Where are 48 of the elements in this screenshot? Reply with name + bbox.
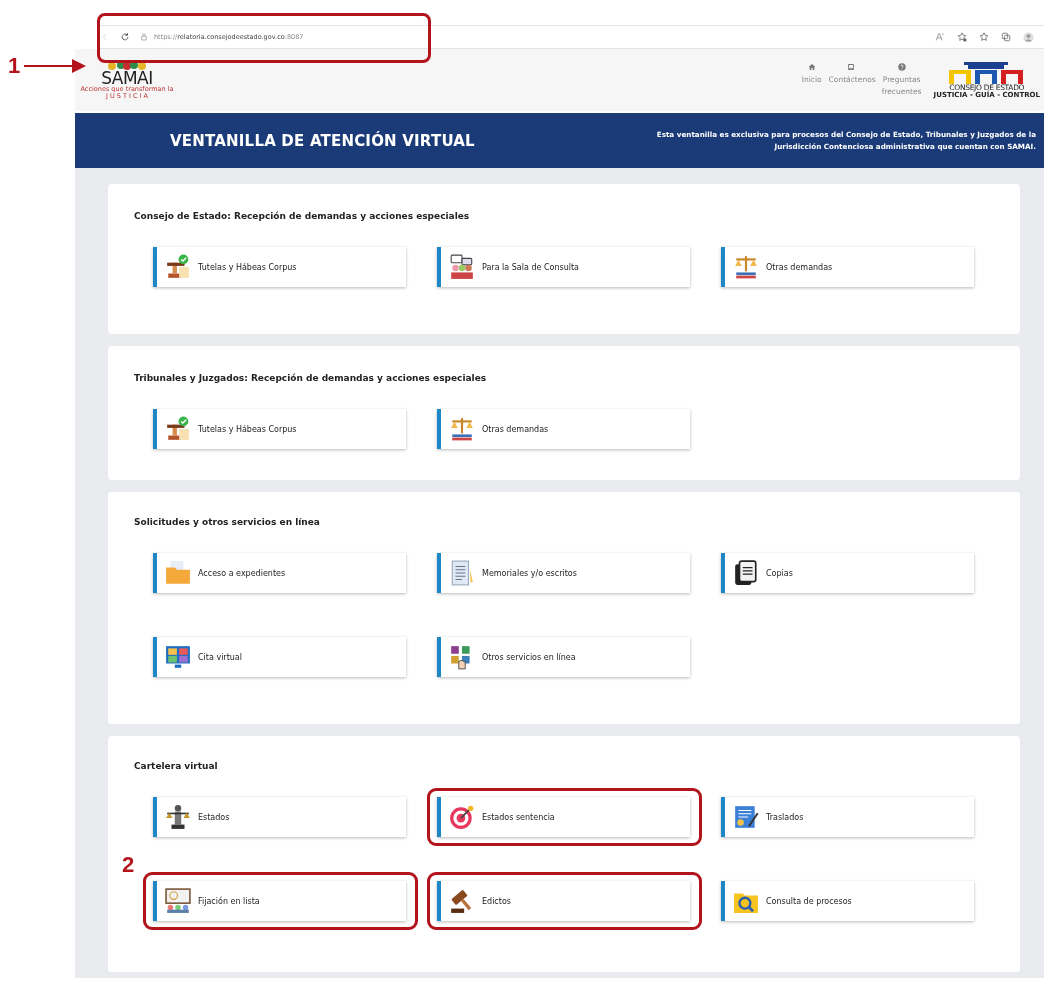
service-card[interactable]: Otras demandas — [437, 409, 690, 449]
section-title: Cartelera virtual — [134, 761, 219, 771]
service-card[interactable]: Edictos — [437, 881, 690, 921]
scales-icon — [733, 254, 759, 280]
callout-number: 1 — [8, 53, 21, 79]
gavel-check-icon — [165, 254, 191, 280]
service-card[interactable]: Otras demandas — [721, 247, 974, 287]
inbox-icon — [846, 62, 855, 71]
meeting-icon — [449, 254, 475, 280]
service-card[interactable]: Para la Sala de Consulta — [437, 247, 690, 287]
service-card[interactable]: Tutelas y Hábeas Corpus — [153, 247, 406, 287]
service-card[interactable]: Estados sentencia — [437, 797, 690, 837]
service-card[interactable]: Cita virtual — [153, 637, 406, 677]
whiteboard-icon — [165, 888, 191, 914]
section-title: Consejo de Estado: Recepción de demandas y acciones especiales — [134, 211, 471, 221]
video-call-icon — [165, 644, 191, 670]
banner-title: VENTANILLA DE ATENCIÓN VIRTUAL — [170, 131, 475, 150]
service-card[interactable]: Consulta de procesos — [721, 881, 974, 921]
help-icon — [897, 62, 906, 71]
gavel-check-icon — [165, 416, 191, 442]
service-card[interactable]: Tutelas y Hábeas Corpus — [153, 409, 406, 449]
favorites-icon[interactable] — [979, 32, 989, 42]
profile-icon[interactable] — [1023, 31, 1034, 43]
logo-name: SAMAI — [101, 69, 153, 86]
target-icon — [449, 804, 475, 830]
read-aloud-icon[interactable] — [935, 32, 945, 42]
service-card[interactable]: Acceso a expedientes — [153, 553, 406, 593]
copies-icon — [733, 560, 759, 586]
justice-statue-icon — [165, 804, 191, 830]
service-card[interactable]: Copias — [721, 553, 974, 593]
service-card[interactable]: Memoriales y/o escritos — [437, 553, 690, 593]
callout-number: 2 — [122, 852, 135, 878]
certificate-icon — [733, 804, 759, 830]
service-card[interactable]: Fijación en lista — [153, 881, 406, 921]
service-card[interactable]: Otros servicios en línea — [437, 637, 690, 677]
collections-icon[interactable] — [1001, 32, 1011, 42]
reload-icon[interactable] — [120, 32, 130, 42]
callout-arrow — [24, 59, 87, 73]
section-title: Solicitudes y otros servicios en línea — [134, 517, 321, 527]
section-title: Tribunales y Juzgados: Recepción de demandas y acciones especiales — [134, 373, 488, 383]
lock-icon — [140, 33, 148, 41]
document-icon — [449, 560, 475, 586]
scales-icon — [449, 416, 475, 442]
service-card[interactable]: Estados — [153, 797, 406, 837]
folder-icon — [165, 560, 191, 586]
service-card[interactable]: Traslados — [721, 797, 974, 837]
home-icon — [807, 62, 816, 71]
star-add-icon[interactable] — [957, 32, 967, 42]
